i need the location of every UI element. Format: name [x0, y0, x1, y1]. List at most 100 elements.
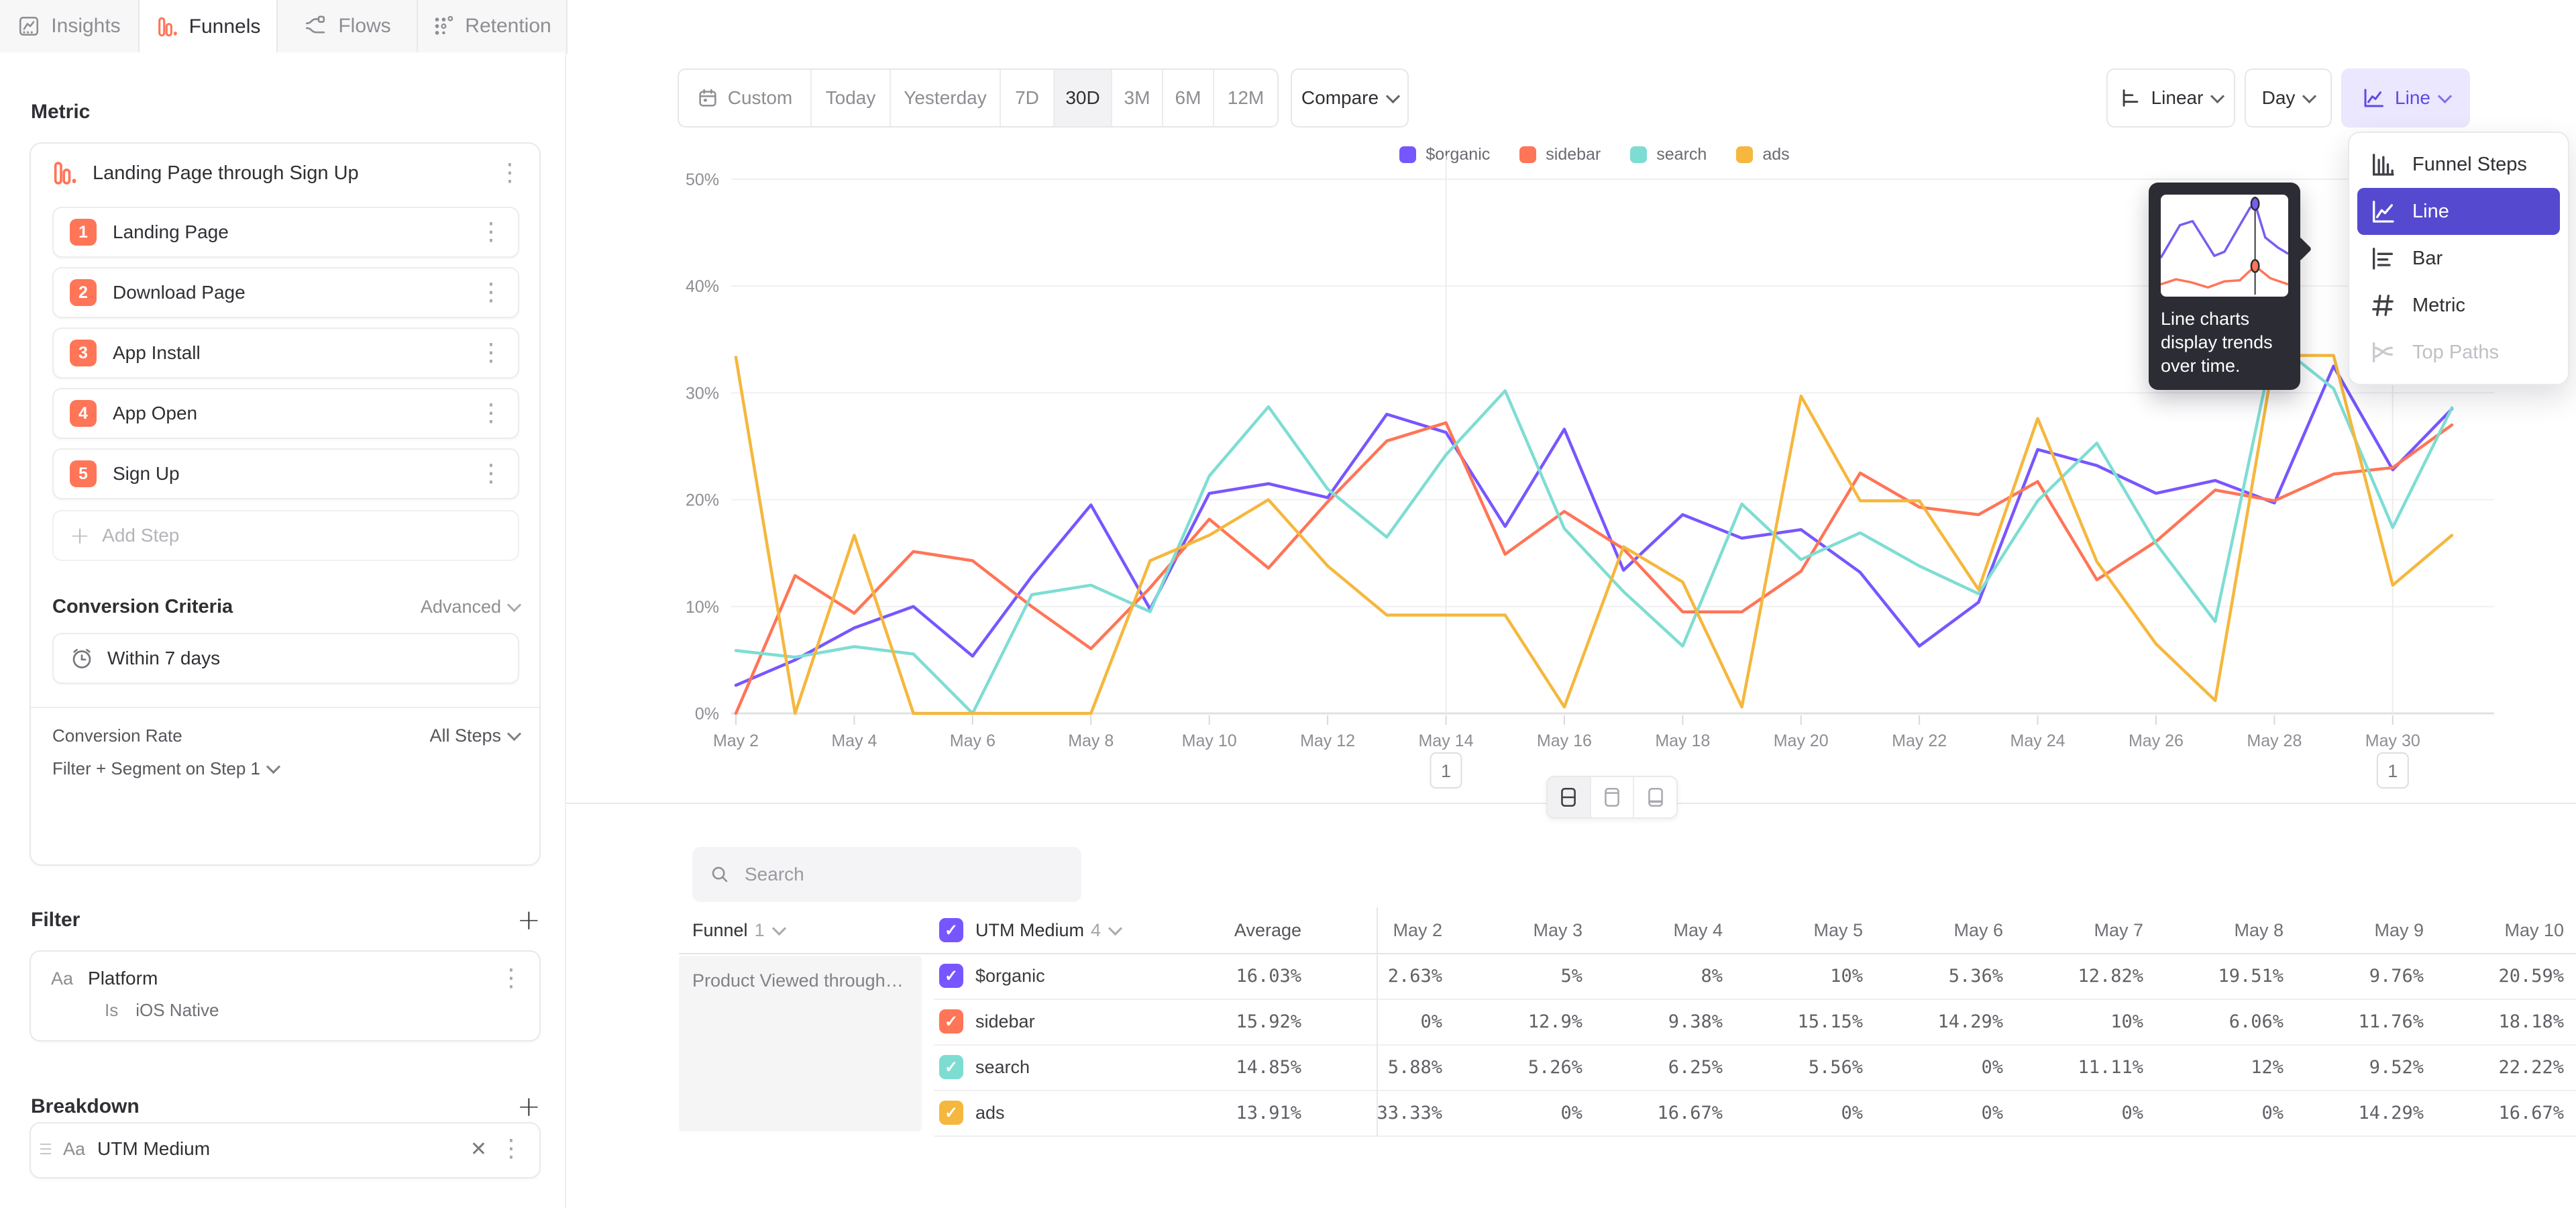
funnel-step-card[interactable]: 2Download Page⋮ [52, 267, 519, 318]
menu-item-bar[interactable]: Bar [2357, 235, 2560, 282]
cell-value: 0% [2012, 1090, 2143, 1136]
tooltip-minichart [2161, 195, 2288, 297]
cell-value: 10% [2012, 999, 2143, 1044]
funnel-step-card[interactable]: 5Sign Up⋮ [52, 448, 519, 499]
tab-funnels[interactable]: Funnels [140, 0, 278, 54]
filter-section-header: Filter + [31, 903, 541, 936]
table-search-input[interactable]: Search [692, 847, 1081, 902]
row-checkbox[interactable]: ✓ [939, 964, 963, 988]
svg-text:0%: 0% [695, 705, 719, 723]
svg-text:May 6: May 6 [950, 732, 996, 750]
step-kebab-menu[interactable]: ⋮ [479, 220, 503, 244]
column-header-may-4[interactable]: May 4 [1591, 907, 1723, 953]
chart-type-label: Line [2395, 87, 2430, 109]
range-3m[interactable]: 3M [1112, 70, 1163, 126]
svg-text:May 18: May 18 [1655, 732, 1710, 750]
drag-handle-icon[interactable] [40, 1144, 51, 1154]
all-steps-dropdown[interactable]: All Steps [429, 725, 519, 746]
line-chart-tooltip: Line charts display trends over time. [2149, 183, 2300, 390]
range-custom[interactable]: Custom [679, 70, 812, 126]
all-steps-label: All Steps [429, 725, 501, 746]
cell-value: 12% [2152, 1044, 2284, 1090]
breakdown-card: Aa UTM Medium ✕ ⋮ [30, 1122, 541, 1178]
column-header-average[interactable]: Average [1170, 907, 1301, 953]
range-7d[interactable]: 7D [1001, 70, 1055, 126]
filter-property-name[interactable]: Platform [88, 968, 484, 989]
menu-item-metric[interactable]: Metric [2357, 282, 2560, 329]
svg-text:May 12: May 12 [1300, 732, 1355, 750]
cell-average: 15.92% [1170, 999, 1301, 1044]
column-header-may-7[interactable]: May 7 [2012, 907, 2143, 953]
compare-button[interactable]: Compare [1291, 68, 1409, 128]
svg-text:May 28: May 28 [2247, 732, 2302, 750]
add-step-button[interactable]: + Add Step [52, 510, 519, 561]
cell-value: 18.18% [2432, 999, 2564, 1044]
step-label: Download Page [113, 282, 463, 303]
funnels-icon [156, 15, 178, 38]
step-number-badge: 1 [70, 219, 97, 246]
funnel-step-card[interactable]: 1Landing Page⋮ [52, 207, 519, 258]
filter-value[interactable]: iOS Native [136, 1000, 219, 1021]
row-checkbox[interactable]: ✓ [939, 1055, 963, 1079]
chart-type-dropdown-button[interactable]: Line [2341, 68, 2470, 128]
column-header-may-10[interactable]: May 10 [2432, 907, 2564, 953]
cell-value: 14.29% [1872, 999, 2003, 1044]
tab-insights[interactable]: Insights [0, 0, 140, 52]
range-12m[interactable]: 12M [1214, 70, 1277, 126]
metric-panel: Landing Page through Sign Up ⋮ 1Landing … [30, 142, 541, 866]
svg-text:May 24: May 24 [2010, 732, 2065, 750]
breakdown-kebab-menu[interactable]: ⋮ [499, 1137, 523, 1161]
svg-text:May 10: May 10 [1182, 732, 1237, 750]
range-6m[interactable]: 6M [1163, 70, 1214, 126]
column-header-may-9[interactable]: May 9 [2292, 907, 2424, 953]
funnel-name-cell[interactable]: Product Viewed through P... [679, 956, 922, 1131]
funnel-step-card[interactable]: 4App Open⋮ [52, 388, 519, 439]
tooltip-text: Line charts display trends over time. [2161, 307, 2288, 378]
filter-kebab-menu[interactable]: ⋮ [499, 966, 523, 991]
step-kebab-menu[interactable]: ⋮ [479, 462, 503, 486]
row-checkbox[interactable]: ✓ [939, 1009, 963, 1034]
breakdown-column-header[interactable]: ✓UTM Medium4 [939, 907, 1120, 953]
remove-breakdown-icon[interactable]: ✕ [470, 1138, 487, 1161]
select-all-checkbox[interactable]: ✓ [939, 918, 963, 942]
funnel-column-header[interactable]: Funnel1 [692, 907, 784, 953]
row-label: search [975, 1057, 1030, 1078]
cell-average: 13.91% [1170, 1090, 1301, 1136]
row-checkbox[interactable]: ✓ [939, 1101, 963, 1125]
menu-item-top-paths[interactable]: Top Paths [2357, 329, 2560, 376]
scale-dropdown-button[interactable]: Linear [2106, 68, 2235, 128]
filter-operator[interactable]: Is [105, 1000, 118, 1021]
range-today[interactable]: Today [812, 70, 891, 126]
bar-chart-icon [2369, 245, 2396, 272]
step-kebab-menu[interactable]: ⋮ [479, 401, 503, 425]
conversion-window-button[interactable]: Within 7 days [52, 633, 519, 684]
add-breakdown-button[interactable]: + [517, 1090, 541, 1123]
column-header-may-3[interactable]: May 3 [1451, 907, 1582, 953]
interval-dropdown-button[interactable]: Day [2245, 68, 2332, 128]
range-30d[interactable]: 30D [1055, 70, 1112, 126]
svg-text:1: 1 [1441, 761, 1451, 781]
svg-text:May 8: May 8 [1068, 732, 1114, 750]
range-yesterday[interactable]: Yesterday [891, 70, 1001, 126]
menu-item-line[interactable]: Line [2357, 188, 2560, 235]
plus-icon: + [70, 522, 90, 550]
column-header-may-6[interactable]: May 6 [1872, 907, 2003, 953]
row-label: sidebar [975, 1011, 1035, 1032]
step-kebab-menu[interactable]: ⋮ [479, 281, 503, 305]
filter-segment-label: Filter + Segment on Step 1 [52, 758, 260, 779]
column-header-may-8[interactable]: May 8 [2152, 907, 2284, 953]
menu-item-funnel-steps[interactable]: Funnel Steps [2357, 141, 2560, 188]
add-filter-button[interactable]: + [517, 903, 541, 936]
range-label: 3M [1124, 87, 1150, 109]
metric-kebab-menu[interactable]: ⋮ [498, 161, 522, 185]
breakdown-property-name[interactable]: UTM Medium [97, 1138, 458, 1160]
tab-retention[interactable]: Retention [418, 0, 565, 52]
step-kebab-menu[interactable]: ⋮ [479, 341, 503, 365]
cell-value: 6.06% [2152, 999, 2284, 1044]
tab-flows[interactable]: Flows [278, 0, 418, 52]
column-header-may-5[interactable]: May 5 [1731, 907, 1863, 953]
advanced-dropdown[interactable]: Advanced [421, 597, 519, 617]
menu-item-label: Bar [2412, 248, 2443, 270]
filter-segment-dropdown[interactable]: Filter + Segment on Step 1 [52, 758, 519, 779]
funnel-step-card[interactable]: 3App Install⋮ [52, 328, 519, 379]
